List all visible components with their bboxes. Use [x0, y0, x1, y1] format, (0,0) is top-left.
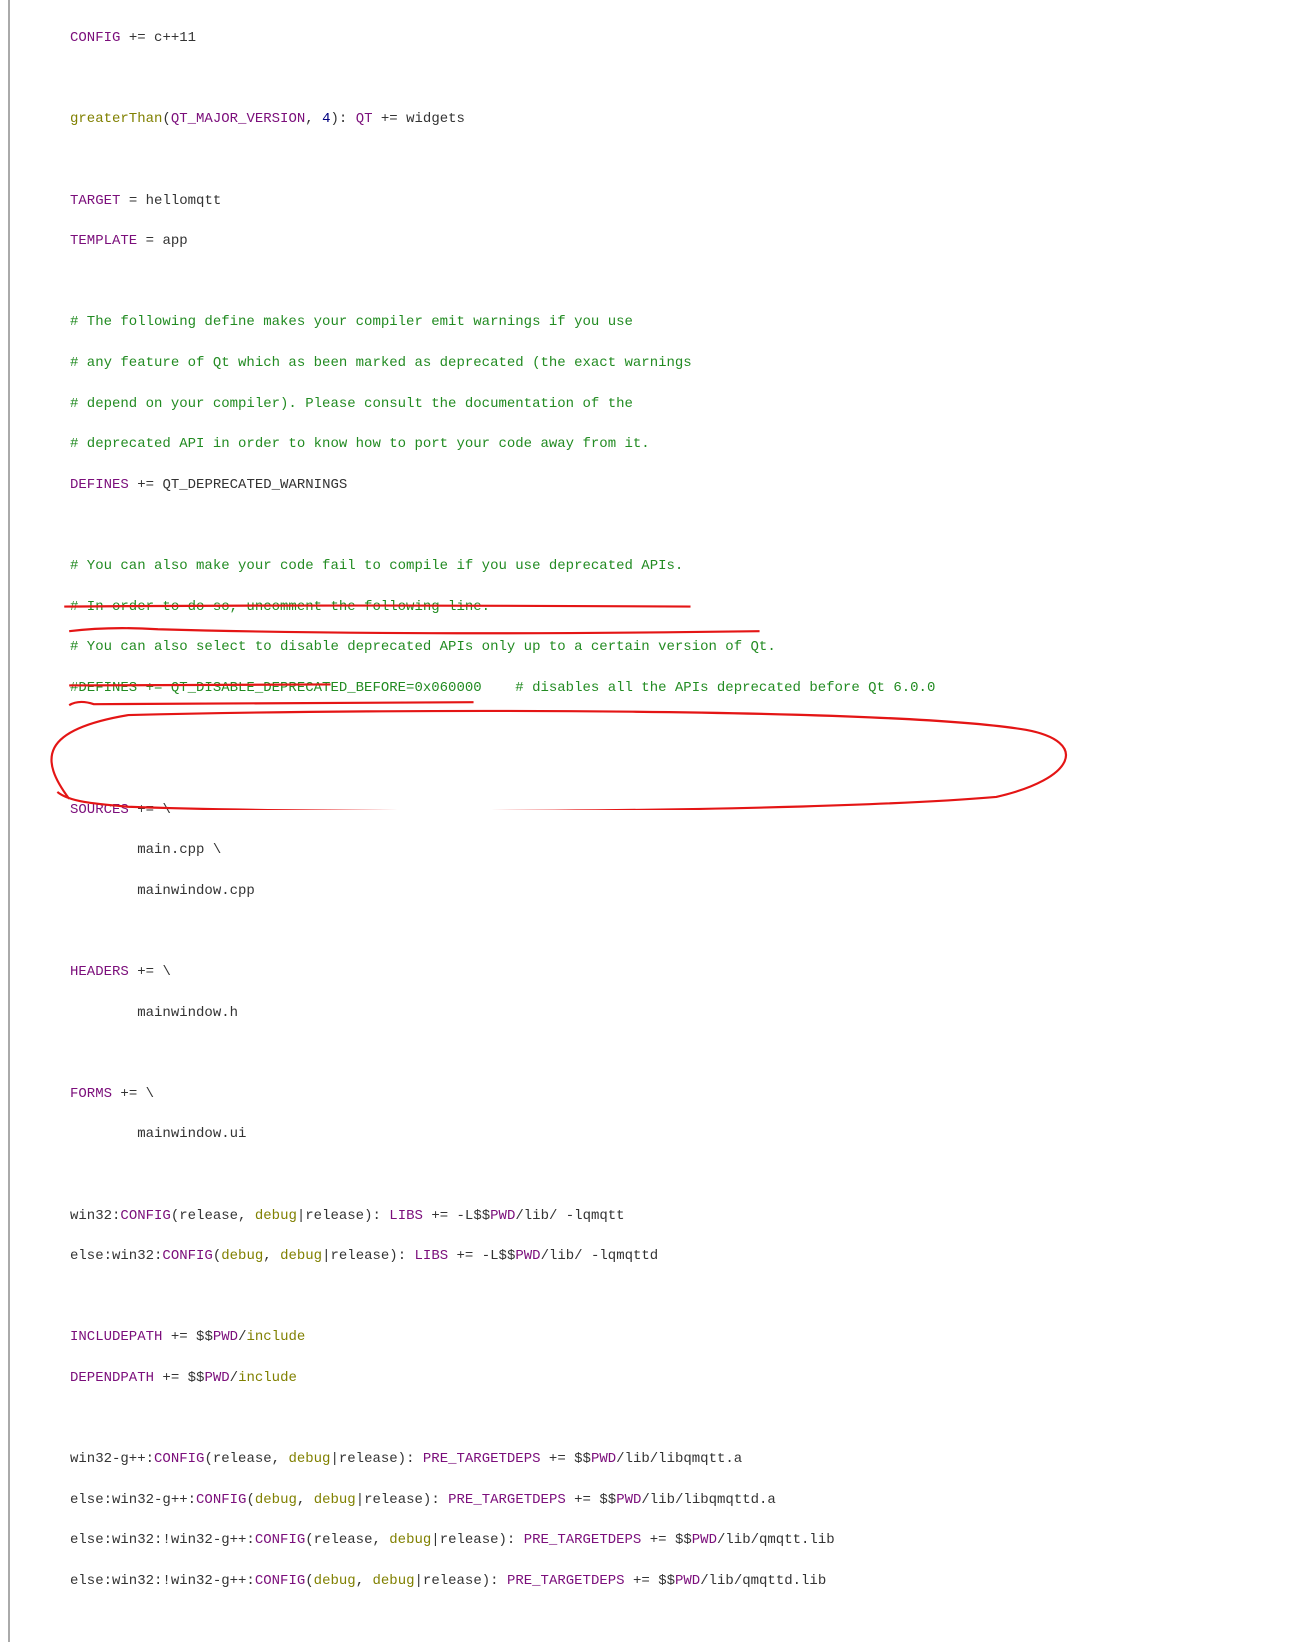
comment-line: # You can also select to disable depreca…	[10, 637, 1303, 657]
line-sources: SOURCES += \	[10, 800, 1303, 820]
line-win32-debug-libs: else:win32:CONFIG(debug, debug|release):…	[10, 1246, 1303, 1266]
line-config: CONFIG += c++11	[10, 28, 1303, 48]
comment-line: # The following define makes your compil…	[10, 312, 1303, 332]
line-plain: mainwindow.h	[10, 1003, 1303, 1023]
line-blank	[10, 1043, 1303, 1063]
tok-sources: SOURCES	[70, 802, 129, 818]
tok-widgets: widgets	[406, 111, 465, 127]
comment-line: # In order to do so, uncomment the follo…	[10, 597, 1303, 617]
line-plain: mainwindow.ui	[10, 1124, 1303, 1144]
line-blank	[10, 759, 1303, 779]
line-win32-notgpp-release: else:win32:!win32-g++:CONFIG(release, de…	[10, 1530, 1303, 1550]
tok-template: TEMPLATE	[70, 233, 137, 249]
line-target: TARGET = hellomqtt	[10, 191, 1303, 211]
comment-line: # any feature of Qt which as been marked…	[10, 353, 1303, 373]
line-blank	[10, 515, 1303, 535]
line-headers: HEADERS += \	[10, 962, 1303, 982]
line-win32-release-libs: win32:CONFIG(release, debug|release): LI…	[10, 1206, 1303, 1226]
line-blank	[10, 921, 1303, 941]
line-blank	[10, 150, 1303, 170]
tok-hellomqtt: hellomqtt	[146, 193, 222, 209]
line-forms: FORMS += \	[10, 1084, 1303, 1104]
code-block: CONFIG += c++11 greaterThan(QT_MAJOR_VER…	[8, 0, 1303, 1642]
line-blank	[10, 272, 1303, 292]
tok-headers: HEADERS	[70, 964, 129, 980]
comment-line: #DEFINES += QT_DISABLE_DEPRECATED_BEFORE…	[10, 678, 1303, 698]
tok-defines: DEFINES	[70, 477, 129, 493]
line-blank	[10, 1287, 1303, 1307]
comment-line: # deprecated API in order to know how to…	[10, 434, 1303, 454]
line-win32-notgpp-debug: else:win32:!win32-g++:CONFIG(debug, debu…	[10, 1571, 1303, 1591]
line-win32gpp-release: win32-g++:CONFIG(release, debug|release)…	[10, 1449, 1303, 1469]
tok-app: app	[162, 233, 187, 249]
line-blank	[10, 1165, 1303, 1185]
line-blank	[10, 718, 1303, 738]
line-blank	[10, 69, 1303, 89]
line-defines: DEFINES += QT_DEPRECATED_WARNINGS	[10, 475, 1303, 495]
comment-line: # depend on your compiler). Please consu…	[10, 394, 1303, 414]
tok-cpp11: c++11	[154, 30, 196, 46]
line-win32gpp-debug: else:win32-g++:CONFIG(debug, debug|relea…	[10, 1490, 1303, 1510]
tok-config: CONFIG	[70, 30, 120, 46]
tok-greaterthan: greaterThan	[70, 111, 162, 127]
line-includepath: INCLUDEPATH += $$PWD/include	[10, 1327, 1303, 1347]
tok-qtmajor: QT_MAJOR_VERSION	[171, 111, 305, 127]
line-blank	[10, 1408, 1303, 1428]
line-greaterthan: greaterThan(QT_MAJOR_VERSION, 4): QT += …	[10, 109, 1303, 129]
tok-forms: FORMS	[70, 1086, 112, 1102]
tok-target: TARGET	[70, 193, 120, 209]
line-plain: mainwindow.cpp	[10, 881, 1303, 901]
line-template: TEMPLATE = app	[10, 231, 1303, 251]
comment-line: # You can also make your code fail to co…	[10, 556, 1303, 576]
line-plain: main.cpp \	[10, 840, 1303, 860]
tok-qt: QT	[356, 111, 373, 127]
line-dependpath: DEPENDPATH += $$PWD/include	[10, 1368, 1303, 1388]
